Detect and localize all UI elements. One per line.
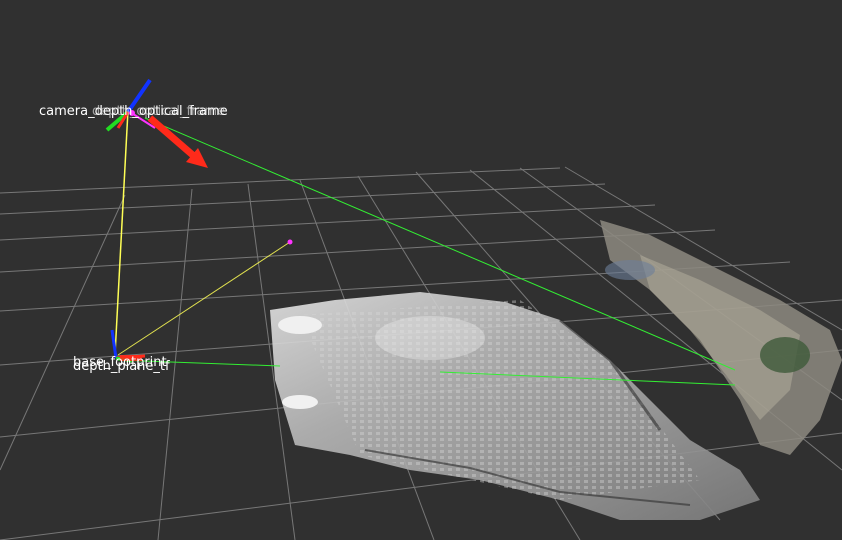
frame-label-depth-optical: depth_optical_frame: [92, 104, 225, 119]
pose-arrow[interactable]: [147, 115, 208, 168]
tf-link-camera-to-base: [114, 109, 129, 356]
marker-point[interactable]: [287, 239, 293, 245]
rviz-3d-viewport[interactable]: camera_depth_optical_frame depth_optical…: [0, 0, 842, 540]
frame-label-depth-plane: depth_plane_tf: [73, 359, 170, 374]
tf-link-base-to-marker: [117, 241, 291, 356]
scene-canvas[interactable]: camera_depth_optical_frame depth_optical…: [0, 0, 842, 540]
